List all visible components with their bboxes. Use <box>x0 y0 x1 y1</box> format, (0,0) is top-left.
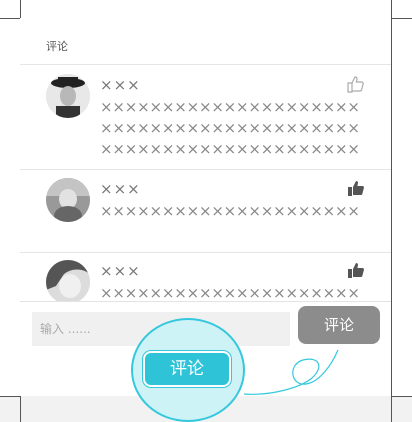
zoomed-comment-button[interactable]: 评论 <box>143 351 231 387</box>
